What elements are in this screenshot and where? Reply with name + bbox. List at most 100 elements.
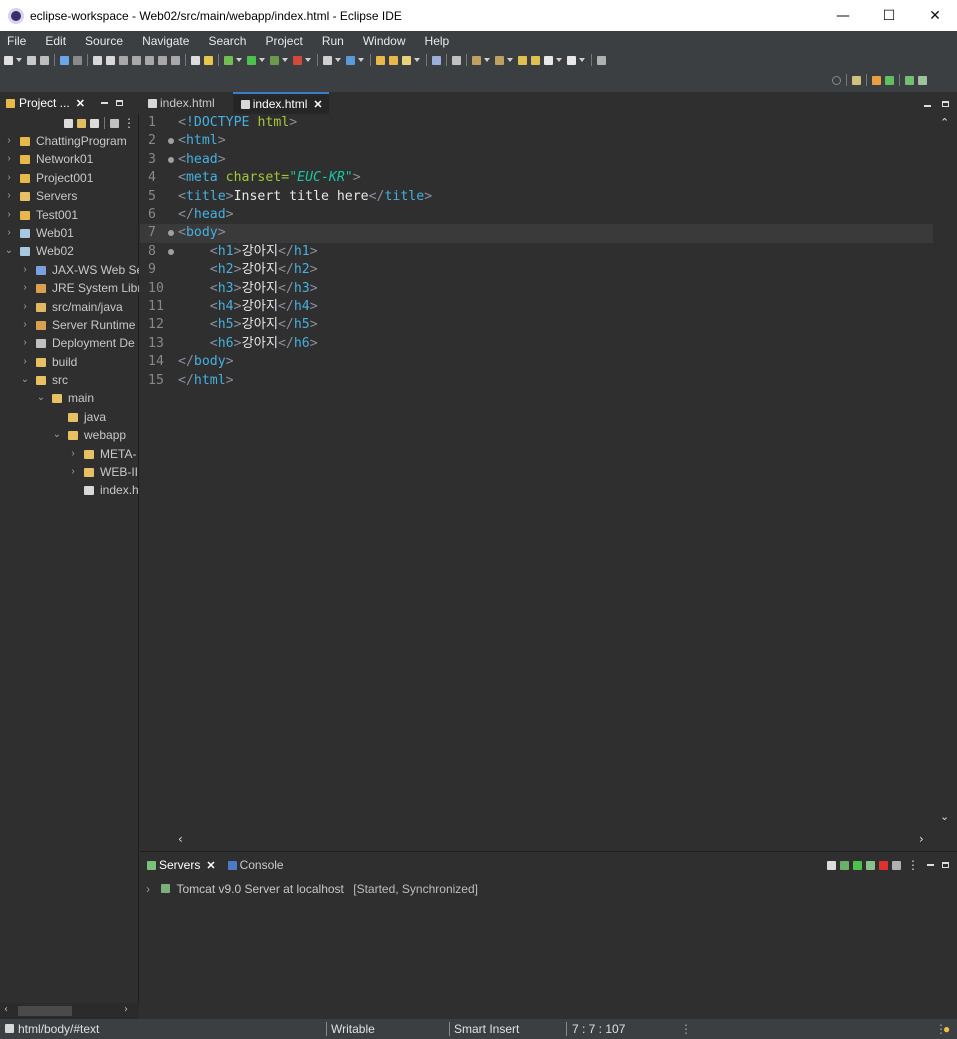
collapsed-chevron-icon[interactable]: › [68, 445, 78, 463]
tree-item[interactable]: index.h [0, 481, 139, 499]
new-class-icon[interactable] [346, 55, 355, 65]
toggle-mark-occurrences-icon[interactable] [452, 55, 461, 65]
back-dropdown-icon[interactable] [556, 58, 562, 62]
debug-icon[interactable] [224, 55, 233, 65]
open-type-icon[interactable] [376, 55, 385, 65]
tree-item[interactable]: java [0, 408, 139, 426]
editor-horizontal-scrollbar[interactable]: ‹ › [140, 830, 957, 851]
code-line[interactable]: 9 <h2>강아지</h2> [140, 261, 933, 279]
editor-tab-index-html-1[interactable]: index.html [140, 92, 221, 114]
collapsed-chevron-icon[interactable]: › [4, 224, 14, 242]
search-dropdown-icon[interactable] [414, 58, 420, 62]
expanded-chevron-icon[interactable]: ⌄ [52, 426, 62, 444]
forward-dropdown-icon[interactable] [579, 58, 585, 62]
tree-item[interactable]: › WEB-II [0, 463, 139, 481]
collapsed-chevron-icon[interactable]: › [68, 463, 78, 481]
annotation-icon[interactable] [472, 55, 481, 65]
editor-vertical-scrollbar[interactable]: ⌃ ⌄ [933, 114, 957, 830]
collapsed-chevron-icon[interactable]: › [20, 334, 30, 352]
collapsed-chevron-icon[interactable]: › [20, 261, 30, 279]
code-line[interactable]: 3 <head> [140, 151, 933, 169]
collapsed-chevron-icon[interactable]: › [20, 279, 30, 297]
code-line[interactable]: 6 </head> [140, 206, 933, 224]
collapsed-chevron-icon[interactable]: › [4, 206, 14, 224]
tree-item[interactable]: › Network01 [0, 150, 139, 168]
search-toolbar-icon[interactable] [402, 55, 411, 65]
tree-item[interactable]: ⌄ src [0, 371, 139, 389]
terminate-icon[interactable] [119, 55, 128, 65]
menu-file[interactable]: File [7, 34, 26, 48]
collapsed-chevron-icon[interactable]: › [4, 187, 14, 205]
debug-dropdown-icon[interactable] [236, 58, 242, 62]
java-ee-perspective-icon[interactable] [872, 75, 881, 85]
tree-item[interactable]: › Test001 [0, 206, 139, 224]
maximize-view-icon[interactable] [115, 100, 123, 106]
fold-marker-icon[interactable] [168, 248, 174, 255]
tip-lightbulb-icon[interactable]: ● [943, 1019, 950, 1039]
minimize-editor-icon[interactable] [923, 105, 931, 107]
new-dropdown-icon[interactable] [16, 58, 22, 62]
code-line[interactable]: 14 </body> [140, 353, 933, 371]
link-with-editor-icon[interactable] [77, 118, 86, 128]
collapsed-chevron-icon[interactable]: › [4, 169, 14, 187]
code-line[interactable]: 15 </html> [140, 372, 933, 390]
external-tools-icon[interactable] [293, 55, 302, 65]
menu-edit[interactable]: Edit [45, 34, 66, 48]
tree-item[interactable]: › src/main/java [0, 298, 139, 316]
code-line[interactable]: 12 <h5>강아지</h5> [140, 316, 933, 334]
terminal-icon[interactable] [60, 55, 69, 65]
tree-item[interactable]: ⌄ Web02 [0, 242, 139, 260]
collapse-all-icon[interactable] [827, 860, 836, 870]
tree-item[interactable]: ⌄ webapp [0, 426, 139, 444]
profile-server-icon[interactable] [866, 860, 875, 870]
publish-icon[interactable] [892, 860, 901, 870]
code-line[interactable]: 13 <h6>강아지</h6> [140, 335, 933, 353]
maximize-view-icon[interactable] [942, 862, 949, 868]
save-all-icon[interactable] [40, 55, 49, 65]
menu-search[interactable]: Search [208, 34, 246, 48]
next-annotation-icon[interactable] [495, 55, 504, 65]
fold-marker-icon[interactable] [168, 230, 174, 237]
menu-help[interactable]: Help [425, 34, 450, 48]
filter-icon[interactable] [90, 118, 99, 128]
fold-marker-icon[interactable] [168, 156, 174, 163]
step-return-icon[interactable] [158, 55, 167, 65]
last-edit-back-icon[interactable] [531, 55, 540, 65]
minimize-view-icon[interactable] [100, 102, 108, 104]
new-class-dropdown-icon[interactable] [358, 58, 364, 62]
step-over-icon[interactable] [145, 55, 154, 65]
new-java-project-icon[interactable] [323, 55, 332, 65]
collapsed-chevron-icon[interactable]: › [20, 353, 30, 371]
menu-run[interactable]: Run [322, 34, 344, 48]
code-line[interactable]: 1 <!DOCTYPE html> [140, 114, 933, 132]
search-icon[interactable] [832, 75, 841, 85]
annotation-dropdown-icon[interactable] [484, 58, 490, 62]
focus-icon[interactable] [110, 118, 119, 128]
new-icon[interactable] [4, 55, 13, 65]
tree-item[interactable]: › ChattingProgram [0, 132, 139, 150]
expanded-chevron-icon[interactable]: ⌄ [20, 371, 30, 389]
tree-item[interactable]: › Deployment De [0, 334, 139, 352]
stop-server-icon[interactable] [879, 860, 888, 870]
code-line[interactable]: 2 <html> [140, 132, 933, 150]
debug-server-icon[interactable] [840, 860, 849, 870]
run-dropdown-icon[interactable] [259, 58, 265, 62]
close-window-button[interactable]: ✕ [912, 0, 957, 31]
java-perspective-icon[interactable] [905, 75, 914, 85]
tree-item[interactable]: › build [0, 353, 139, 371]
menu-project[interactable]: Project [265, 34, 302, 48]
editor-tab-index-html-2[interactable]: index.html ✕ [232, 92, 329, 114]
collapsed-chevron-icon[interactable]: › [4, 132, 14, 150]
fold-marker-icon[interactable] [168, 138, 174, 145]
tree-item[interactable]: › Project001 [0, 169, 139, 187]
expanded-chevron-icon[interactable]: ⌄ [4, 242, 14, 260]
debug-perspective-icon[interactable] [885, 75, 894, 85]
tree-item[interactable]: › Server Runtime [0, 316, 139, 334]
open-perspective-icon[interactable] [852, 75, 861, 85]
scroll-right-icon[interactable]: › [124, 1004, 128, 1015]
start-server-icon[interactable] [853, 860, 862, 870]
drop-to-frame-icon[interactable] [171, 55, 180, 65]
console-tab[interactable]: Console [221, 852, 289, 878]
external-tools-dropdown-icon[interactable] [305, 58, 311, 62]
open-console-icon[interactable] [191, 55, 200, 65]
